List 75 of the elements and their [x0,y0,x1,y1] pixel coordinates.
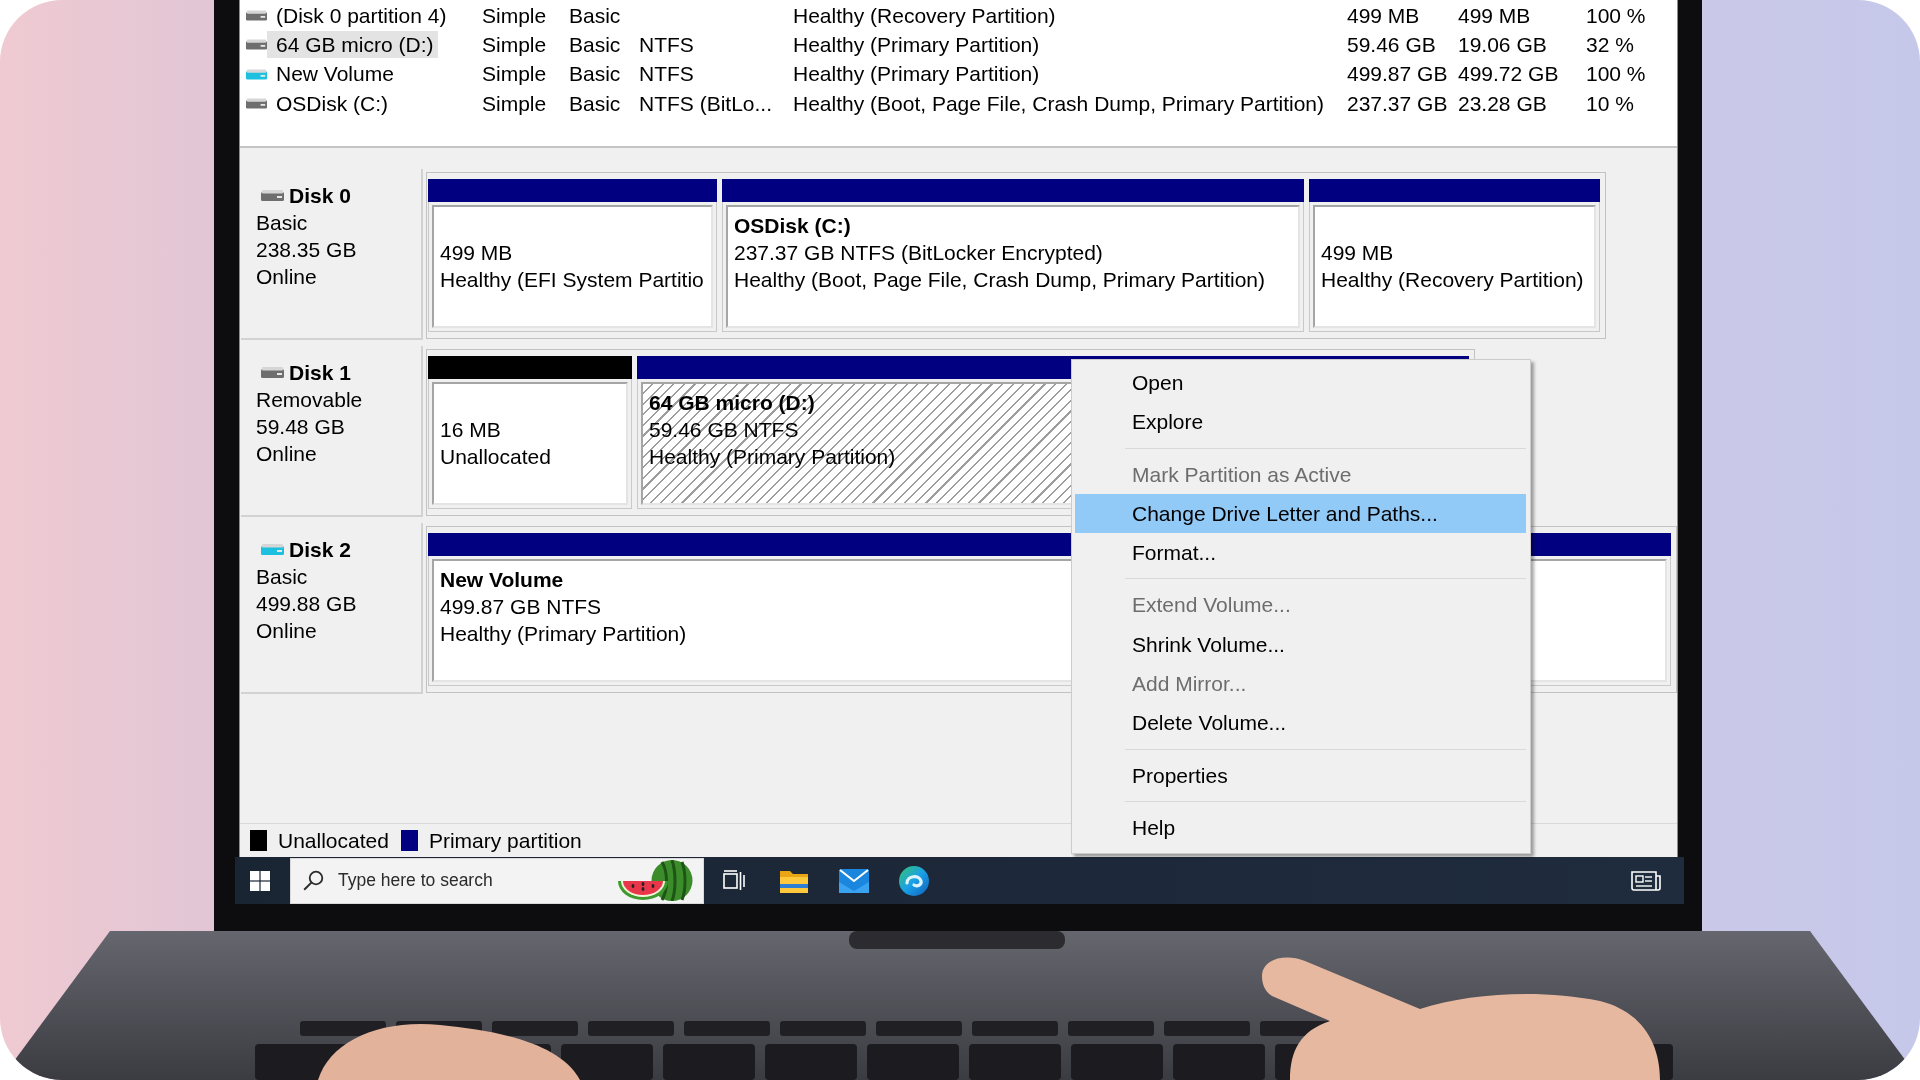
disk-type: Removable [256,387,364,413]
partition-status: Healthy (Boot, Page File, Crash Dump, Primary Partition) [734,267,1266,293]
folder-icon[interactable] [780,868,808,893]
table-cell-text: NTFS (BitLo... [639,91,774,116]
disk-size: 59.48 GB [256,414,346,440]
disk-type: Basic [256,564,309,590]
partition-label: New Volume [440,567,564,593]
search-icon [303,869,324,891]
partition-status: Healthy (EFI System Partitio [440,267,704,293]
table-cell-text: Simple [482,3,548,28]
table-cell[interactable]: 64 GB micro (D:) [267,31,438,59]
search-field[interactable]: Type here to search [290,857,704,904]
partition-label: 64 GB micro (D:) [649,390,815,416]
newspaper-icon[interactable] [1631,870,1661,891]
partition-size: 16 MB [440,417,501,443]
menu-item[interactable]: Change Drive Letter and Paths... [1075,493,1526,534]
table-cell-text: 499.72 GB [1458,62,1560,87]
partition-size: 499.87 GB NTFS [440,594,602,620]
swirl-icon[interactable] [899,865,929,896]
disk-status: Online [256,618,318,644]
table-cell-text: 499 MB [1458,3,1532,28]
menu-item[interactable]: Shrink Volume... [1075,624,1526,665]
table-cell-text: 32 % [1586,32,1635,57]
partition-label: OSDisk (C:) [734,213,851,239]
table-cell-text: 23.28 GB [1458,91,1548,116]
table-cell-text: Simple [482,91,548,116]
table-cell-text: NTFS [639,32,695,57]
partition-size: 499 MB [440,240,513,266]
partition-status: Healthy (Primary Partition) [440,621,687,647]
disk-status: Online [256,264,318,290]
table-cell-text: Simple [482,62,548,87]
table-cell-text: Healthy (Primary Partition) [793,32,1041,57]
menu-item[interactable]: Properties [1075,755,1526,795]
partition-size: 499 MB [1321,240,1394,266]
disk-name: Disk 0 [289,183,351,209]
table-cell-text: Basic [569,3,622,28]
disk-name: Disk 1 [289,360,351,386]
table-cell-text: Simple [482,32,548,57]
partition-status: Healthy (Recovery Partition) [1321,267,1584,293]
table-cell-text: 19.06 GB [1458,32,1548,57]
partition-size: 237.37 GB NTFS (BitLocker Encrypted) [734,240,1103,266]
watermelon-icon [618,859,693,901]
table-cell-text: Basic [569,32,622,57]
table-cell-text: 499.87 GB [1347,62,1449,87]
disk-status: Online [256,441,318,467]
table-cell-text: 59.46 GB [1347,32,1437,57]
table-cell-text: 499 MB [1347,3,1421,28]
window-list-icon[interactable] [723,869,745,892]
legend-label: Unallocated [278,828,389,853]
table-cell-text: Healthy (Primary Partition) [793,62,1041,87]
mail-icon[interactable] [839,868,869,893]
partition-status: Healthy (Primary Partition) [649,444,896,470]
legend-label: Primary partition [428,828,582,853]
disk-type: Basic [256,210,309,236]
table-cell-text: NTFS [639,62,695,87]
table-cell-text: 237.37 GB [1347,91,1449,116]
table-cell-text: Healthy (Boot, Page File, Crash Dump, Primary Partition) [793,91,1326,116]
table-cell-text: Basic [569,91,622,116]
table-cell[interactable]: OSDisk (C:) [267,90,392,118]
disk-size: 499.88 GB [256,591,358,617]
menu-item[interactable]: Format... [1075,533,1526,573]
table-cell[interactable]: (Disk 0 partition 4) [267,2,451,30]
disk-size: 238.35 GB [256,237,358,263]
partition-status: Unallocated [440,444,551,470]
menu-item[interactable]: Delete Volume... [1075,703,1526,743]
disk-name: Disk 2 [289,537,351,563]
table-cell-text: 100 % [1586,3,1647,28]
table-cell-text: Healthy (Recovery Partition) [793,3,1057,28]
partition-size: 59.46 GB NTFS [649,417,799,443]
menu-item[interactable]: Help [1075,807,1526,848]
table-cell-text: 100 % [1586,62,1647,87]
windows-logo-icon[interactable] [250,870,270,891]
table-cell-text: Basic [569,62,622,87]
table-cell-text: 10 % [1586,91,1635,116]
table-cell[interactable]: New Volume [267,60,398,88]
